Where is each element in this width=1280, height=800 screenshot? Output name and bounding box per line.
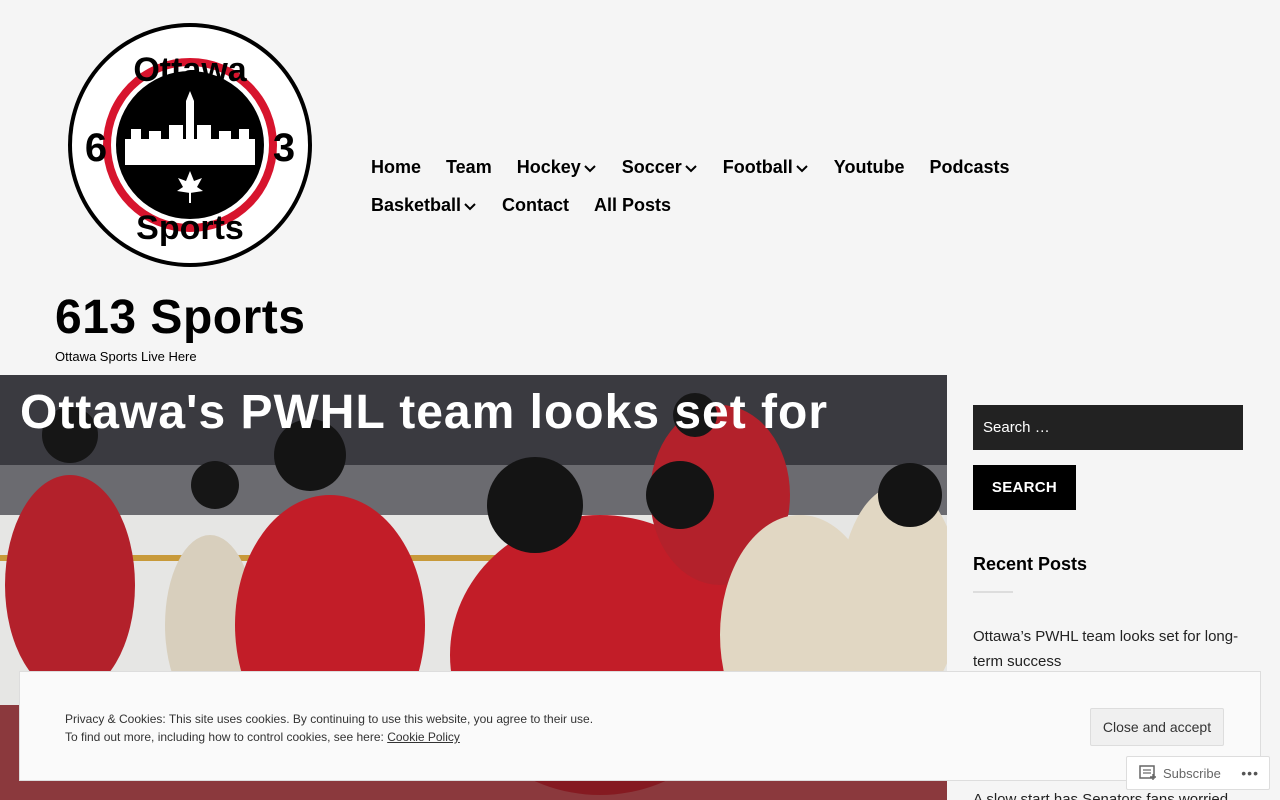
reader-icon bbox=[1139, 765, 1157, 781]
nav-basketball[interactable]: Basketball bbox=[371, 195, 477, 216]
logo-left-digit: 6 bbox=[85, 126, 107, 170]
site-logo[interactable]: Ottawa Sports 6 3 bbox=[65, 21, 315, 269]
search-button[interactable]: SEARCH bbox=[973, 465, 1076, 510]
chevron-down-icon[interactable] bbox=[463, 200, 477, 214]
site-tagline: Ottawa Sports Live Here bbox=[55, 349, 197, 364]
nav-youtube[interactable]: Youtube bbox=[834, 157, 905, 178]
logo-top-text: Ottawa bbox=[133, 51, 247, 89]
cookie-banner: Privacy & Cookies: This site uses cookie… bbox=[19, 671, 1261, 781]
nav-football[interactable]: Football bbox=[723, 157, 809, 178]
nav-contact[interactable]: Contact bbox=[502, 195, 569, 216]
cookie-line-1: Privacy & Cookies: This site uses cookie… bbox=[65, 712, 594, 726]
recent-posts-list: Ottawa’s PWHL team looks set for long-te… bbox=[973, 624, 1248, 800]
featured-post-title[interactable]: Ottawa's PWHL team looks set for bbox=[20, 385, 828, 440]
recent-posts-heading: Recent Posts bbox=[973, 554, 1088, 574]
cookie-message: Privacy & Cookies: This site uses cookie… bbox=[65, 710, 593, 746]
chevron-down-icon[interactable] bbox=[795, 162, 809, 176]
nav-row-2: Basketball Contact All Posts bbox=[371, 186, 1071, 224]
logo-bottom-text: Sports bbox=[136, 209, 244, 247]
main-navigation: Home Team Hockey Soccer Football Youtube… bbox=[371, 148, 1071, 224]
subscribe-widget[interactable]: Subscribe ••• bbox=[1126, 756, 1270, 790]
nav-all-posts[interactable]: All Posts bbox=[594, 195, 671, 216]
site-title[interactable]: 613 Sports bbox=[55, 290, 305, 345]
cookie-line-2: To find out more, including how to contr… bbox=[65, 730, 460, 744]
nav-row-1: Home Team Hockey Soccer Football Youtube… bbox=[371, 148, 1071, 186]
more-options-icon[interactable]: ••• bbox=[1241, 765, 1259, 781]
recent-post-link[interactable]: Ottawa’s PWHL team looks set for long-te… bbox=[973, 624, 1248, 674]
cookie-policy-link[interactable]: Cookie Policy bbox=[387, 730, 460, 744]
subscribe-label[interactable]: Subscribe bbox=[1163, 766, 1221, 781]
close-and-accept-button[interactable]: Close and accept bbox=[1090, 708, 1224, 746]
nav-home[interactable]: Home bbox=[371, 157, 421, 178]
search-input[interactable] bbox=[973, 405, 1243, 450]
nav-podcasts[interactable]: Podcasts bbox=[929, 157, 1009, 178]
nav-hockey[interactable]: Hockey bbox=[517, 157, 597, 178]
divider bbox=[973, 591, 1013, 593]
chevron-down-icon[interactable] bbox=[684, 162, 698, 176]
chevron-down-icon[interactable] bbox=[583, 162, 597, 176]
nav-team[interactable]: Team bbox=[446, 157, 492, 178]
logo-right-digit: 3 bbox=[273, 126, 295, 170]
nav-soccer[interactable]: Soccer bbox=[622, 157, 698, 178]
